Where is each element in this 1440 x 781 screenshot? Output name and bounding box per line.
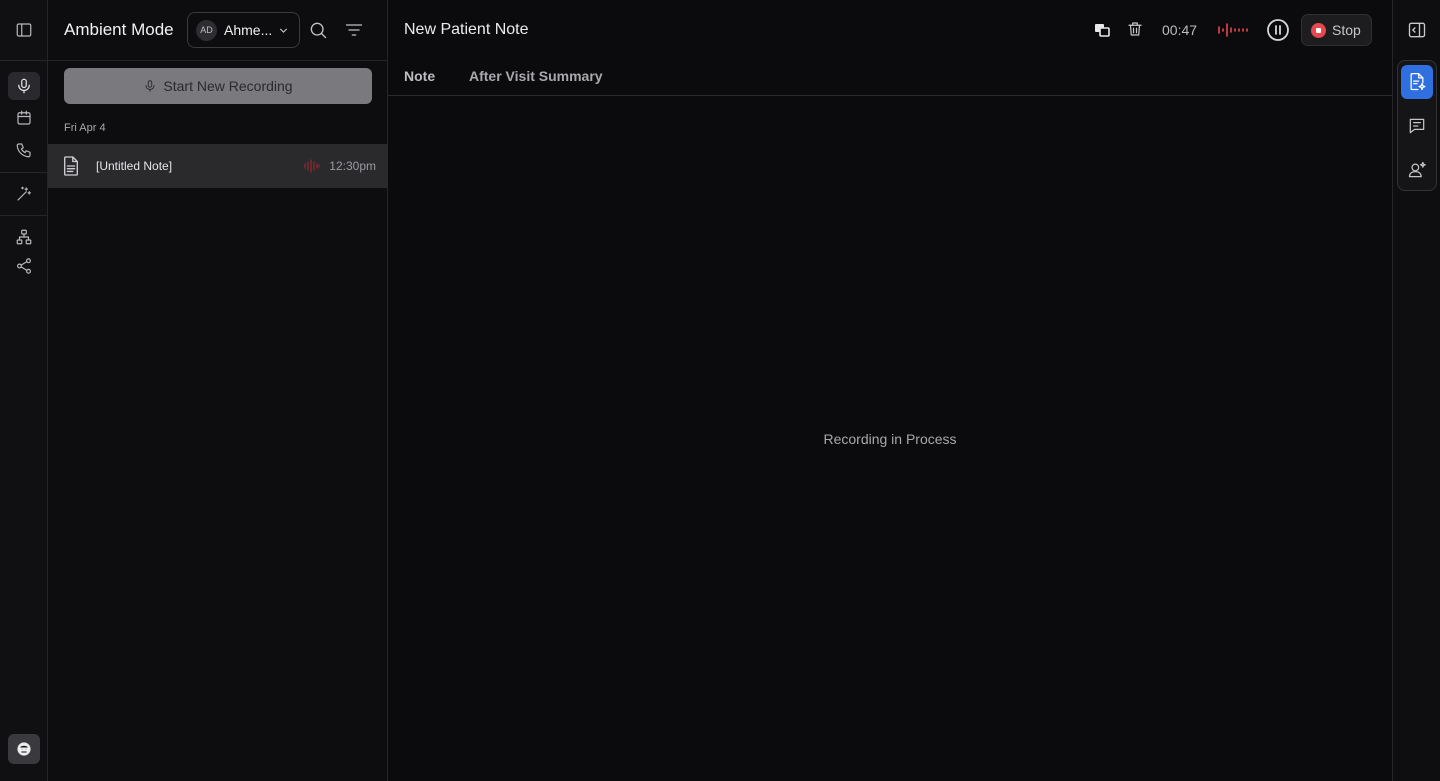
note-time: 12:30pm: [329, 159, 376, 173]
calendar-icon: [17, 110, 31, 125]
magic-wand-icon: [17, 186, 31, 201]
nav-ambient-button[interactable]: [8, 72, 40, 100]
date-group-label: Fri Apr 4: [64, 122, 106, 134]
panel-title: Ambient Mode: [64, 20, 174, 39]
patient-assistant-button[interactable]: [1401, 153, 1433, 187]
share-icon: [17, 258, 31, 274]
audio-level: [1217, 22, 1249, 43]
document-sparkle-icon: [1410, 73, 1426, 91]
chevron-down-icon: [279, 28, 288, 33]
user-select-dropdown[interactable]: AD Ahme...: [187, 12, 300, 48]
user-name: Ahme...: [224, 22, 273, 38]
nav-hierarchy-button[interactable]: [8, 223, 40, 251]
search-icon[interactable]: [308, 20, 328, 40]
sidebar-toggle-button[interactable]: [8, 16, 40, 44]
recording-timer: 00:47: [1162, 22, 1198, 38]
page-title: New Patient Note: [404, 21, 529, 38]
tab-after-visit-summary[interactable]: After Visit Summary: [469, 68, 603, 84]
note-assistant-button[interactable]: [1401, 65, 1433, 99]
list-header: Ambient Mode AD Ahme...: [48, 0, 388, 61]
hierarchy-icon: [16, 229, 32, 245]
sidebar-icon: [16, 23, 32, 37]
start-new-recording-button[interactable]: Start New Recording: [64, 68, 372, 104]
right-rail: [1392, 0, 1440, 781]
chat-button[interactable]: [1401, 109, 1433, 143]
phone-icon: [16, 143, 31, 158]
rail-divider: [0, 215, 48, 216]
filter-icon[interactable]: [344, 20, 364, 40]
user-initials-badge: AD: [196, 19, 217, 41]
waveform-icon: [1218, 23, 1248, 37]
trash-icon: [1128, 22, 1142, 36]
rail-divider: [0, 172, 48, 173]
copy-button[interactable]: [1093, 21, 1111, 44]
microphone-icon: [145, 80, 155, 92]
right-panel-toggle-icon[interactable]: [1407, 20, 1427, 40]
nav-share-button[interactable]: [8, 252, 40, 280]
pause-icon: [1267, 19, 1289, 41]
waveform-icon: [304, 159, 320, 173]
tab-bar: Note After Visit Summary: [388, 60, 1392, 96]
stop-label: Stop: [1332, 22, 1361, 38]
copy-icon: [1095, 24, 1110, 37]
avatar-icon: [17, 742, 31, 756]
nav-phone-button[interactable]: [8, 136, 40, 164]
document-icon: [64, 156, 78, 176]
recording-status-message: Recording in Process: [823, 431, 957, 447]
stop-recording-button[interactable]: Stop: [1301, 14, 1372, 46]
app-window: Ambient Mode AD Ahme... Start New Record…: [0, 0, 1440, 781]
microphone-icon: [18, 78, 30, 94]
delete-button[interactable]: [1126, 20, 1144, 43]
note-title: [Untitled Note]: [96, 159, 173, 173]
tab-note[interactable]: Note: [404, 68, 435, 84]
user-avatar-button[interactable]: [8, 734, 40, 764]
note-editor: New Patient Note 00:47 Stop Note After V…: [388, 0, 1392, 781]
list-item[interactable]: [Untitled Note] 12:30pm: [48, 144, 388, 188]
left-rail: [0, 0, 48, 781]
nav-calendar-button[interactable]: [8, 104, 40, 132]
note-list-panel: Ambient Mode AD Ahme... Start New Record…: [48, 0, 388, 781]
chat-icon: [1409, 118, 1425, 134]
start-recording-label: Start New Recording: [163, 78, 293, 94]
nav-magic-button[interactable]: [8, 180, 40, 208]
assistant-tools-group: [1397, 60, 1437, 191]
person-sparkle-icon: [1408, 161, 1426, 178]
pause-button[interactable]: [1266, 18, 1290, 47]
stop-icon: [1311, 22, 1326, 38]
rail-divider: [0, 60, 48, 61]
